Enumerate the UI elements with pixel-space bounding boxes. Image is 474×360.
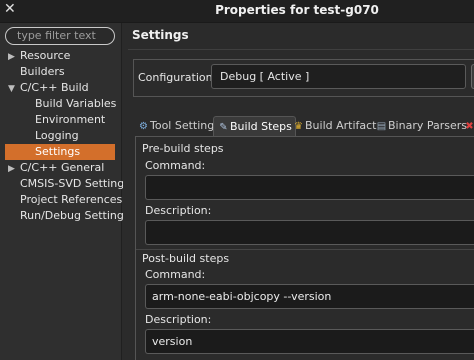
binary-parsers-icon: ▤ [376,121,387,132]
sidebar-item-run-debug-settings[interactable]: Run/Debug Settings [20,208,130,224]
divider [128,49,474,50]
sidebar-item-label: Build Variables [35,97,117,110]
pre-build-description-label: Description: [145,204,212,217]
configuration-group: Configuration: Debug [ Active ] [133,59,474,97]
sidebar-item-label: Run/Debug Settings [20,209,130,222]
post-build-description-input[interactable]: version [145,329,474,354]
sidebar: type filter text ▶ Resource Builders ▼ C/C… [0,23,130,360]
pre-build-command-input[interactable] [145,175,474,200]
tab-label: Binary Parsers [388,119,467,132]
post-build-command-input[interactable]: arm-none-eabi-objcopy --version [145,284,474,309]
post-build-command-label: Command: [145,268,206,281]
tab-tool-settings[interactable]: ⚙ Tool Settings [137,116,220,136]
tab-build-steps[interactable]: ✎ Build Steps [213,116,296,136]
sidebar-item-build-variables[interactable]: Build Variables [35,96,120,112]
sidebar-item-builders[interactable]: Builders [20,64,120,80]
page-title: Settings [132,28,189,42]
tab-binary-parsers[interactable]: ▤ Binary Parsers [375,116,467,136]
tab-build-artifact[interactable]: ♛ Build Artifact [292,116,377,136]
sidebar-item-label: Builders [20,65,65,78]
pre-build-description-input[interactable] [145,220,474,245]
sidebar-item-settings[interactable]: Settings [5,144,115,160]
tab-label: Tool Settings [150,119,220,132]
sidebar-item-resource[interactable]: ▶ Resource [8,48,120,64]
post-build-description-label: Description: [145,313,212,326]
build-artifact-icon: ♛ [294,121,303,132]
tab-bar: ⚙ Tool Settings ✎ Build Steps ♛ Build Artif… [135,116,474,136]
tool-settings-icon: ⚙ [139,121,148,132]
sidebar-item-label: Settings [35,145,81,158]
sidebar-item-label: Project References [20,193,123,206]
title-bar: ✕ Properties for test-g070 [0,0,474,23]
collapse-arrow-icon[interactable]: ▼ [8,81,20,97]
sidebar-item-logging[interactable]: Logging [35,128,120,144]
window-title: Properties for test-g070 [215,3,379,17]
sidebar-item-label: Environment [35,113,106,126]
main-panel: Settings Configuration: Debug [ Active ]… [123,23,474,360]
expand-arrow-icon[interactable]: ▶ [8,161,20,177]
configuration-label: Configuration: [138,71,217,84]
sidebar-item-label: C/C++ General [20,161,105,174]
sidebar-item-label: Logging [35,129,79,142]
sidebar-item-c-cpp-build[interactable]: ▼ C/C++ Build [8,80,120,96]
expand-arrow-icon[interactable]: ▶ [8,49,20,65]
pre-build-group-label: Pre-build steps [142,142,224,155]
filter-input[interactable]: type filter text [5,27,115,45]
error-parsers-icon: ✖ [465,121,474,132]
tab-error-parsers[interactable]: ✖ [463,116,474,136]
tab-label: Build Artifact [305,119,377,132]
sidebar-item-cmsis-svd-settings[interactable]: CMSIS-SVD Settings [20,176,130,192]
sidebar-item-project-references[interactable]: Project References [20,192,123,208]
sidebar-item-label: C/C++ Build [20,81,89,94]
sidebar-item-label: CMSIS-SVD Settings [20,177,130,190]
pre-build-command-label: Command: [145,159,206,172]
build-steps-panel: Pre-build steps Command: Description: Po… [135,136,474,360]
sidebar-item-label: Resource [20,49,71,62]
group-divider [136,249,474,250]
tab-label: Build Steps [230,120,292,133]
configuration-select[interactable]: Debug [ Active ] [211,64,466,89]
sidebar-item-environment[interactable]: Environment [35,112,120,128]
post-build-group-label: Post-build steps [142,252,230,265]
build-steps-icon: ✎ [219,122,228,133]
sidebar-item-c-cpp-general[interactable]: ▶ C/C++ General [8,160,120,176]
